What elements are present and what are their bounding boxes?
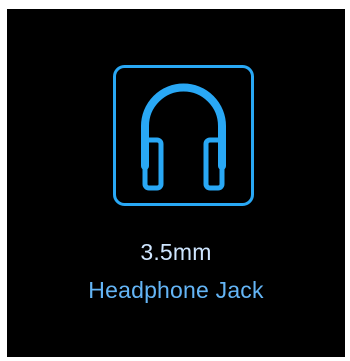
feature-tile: 3.5mm Headphone Jack	[7, 9, 345, 357]
headphones-icon	[112, 64, 255, 207]
feature-size-label: 3.5mm	[140, 239, 212, 265]
feature-name-label: Headphone Jack	[88, 277, 264, 303]
